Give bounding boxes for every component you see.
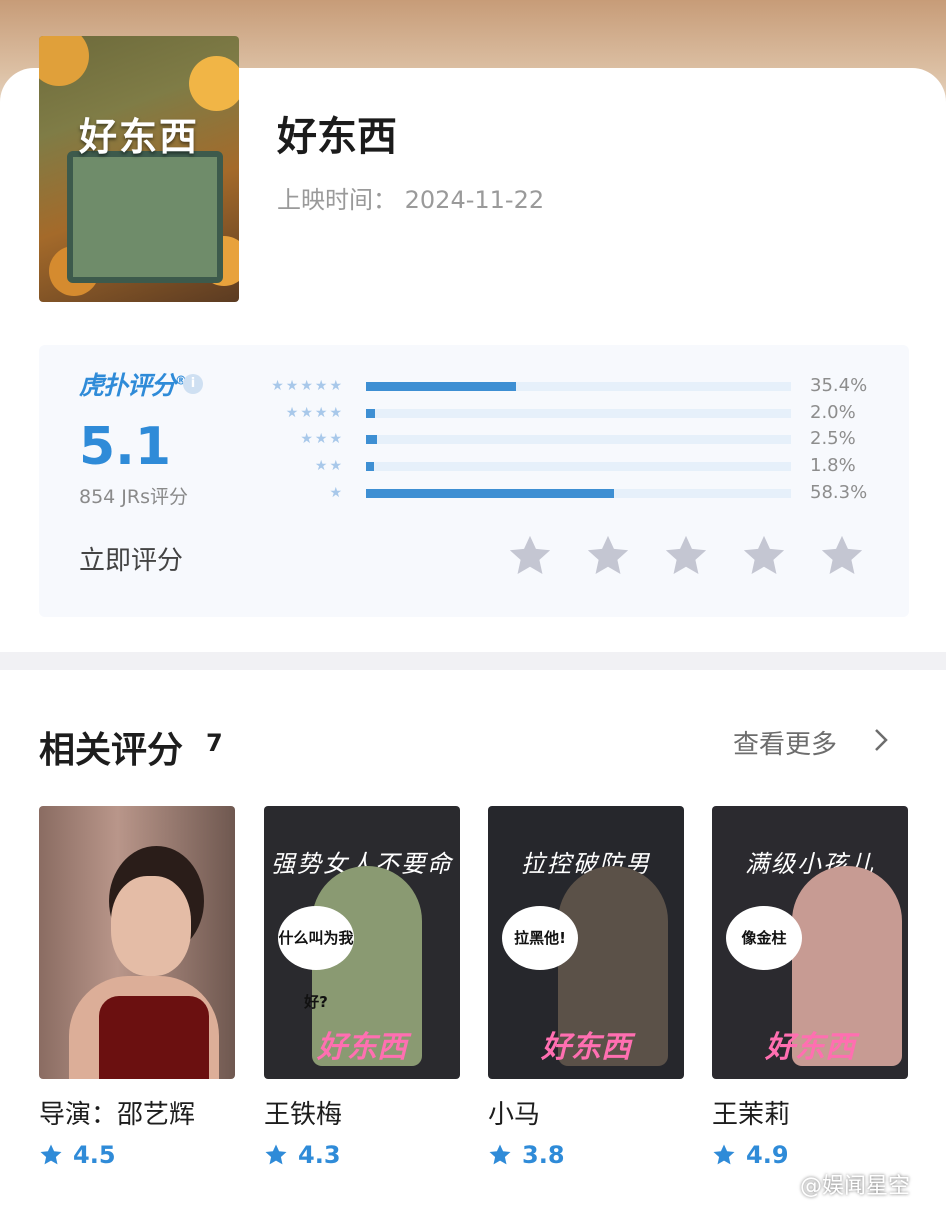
director-photo [39, 806, 235, 1079]
rate-now-label: 立即评分 [79, 546, 184, 576]
release-label: 上映时间： [277, 186, 397, 214]
distribution-row: ★★★ 2.5% [250, 429, 890, 449]
related-card-xiaoma[interactable]: 拉控破防男 拉黑他! 好东西 小马 3.8 [488, 806, 684, 1169]
character-poster: 满级小孩儿 像金柱 好东西 [712, 806, 908, 1079]
rate-star-icon[interactable] [741, 533, 787, 579]
star-icon [489, 1144, 511, 1165]
card-name: 王茉莉 [712, 1100, 791, 1130]
distribution-bar-fill [366, 408, 375, 418]
poster-slogan: 满级小孩儿 [745, 850, 875, 878]
distribution-row: ★ 58.3% [250, 481, 890, 503]
rate-star-icon[interactable] [663, 533, 709, 579]
rating-count: 854 JRs评分 [79, 486, 189, 508]
release-date: 2024-11-22 [404, 186, 545, 214]
section-divider [0, 652, 946, 670]
row-stars-icon: ★★★★ [285, 404, 344, 421]
hupu-rating-logo: 虎扑评分® [79, 371, 187, 400]
watermark: @娱闻星空 [800, 1174, 911, 1199]
movie-title: 好东西 [277, 114, 397, 160]
poster-bubble: 什么叫为我好? [278, 906, 354, 1011]
movie-poster[interactable]: 好东西 [39, 36, 239, 302]
distribution-row: ★★★★★ 35.4% [250, 376, 890, 396]
rate-star-icon[interactable] [819, 533, 865, 579]
chevron-right-icon[interactable] [872, 727, 890, 753]
character-poster: 强势女人不要命 什么叫为我好? 好东西 [264, 806, 460, 1079]
distribution-bar-track [366, 488, 791, 498]
related-card-wang-tiemei[interactable]: 强势女人不要命 什么叫为我好? 好东西 王铁梅 4.3 [264, 806, 460, 1169]
related-card-wang-moli[interactable]: 满级小孩儿 像金柱 好东西 王茉莉 4.9 [712, 806, 908, 1169]
card-rating: 3.8 [488, 1141, 684, 1169]
distribution-percent: 1.8% [810, 455, 856, 477]
card-name: 小马 [488, 1100, 541, 1130]
rate-star-icon[interactable] [585, 533, 631, 579]
card-score: 4.5 [73, 1141, 116, 1169]
photo-face [111, 876, 191, 976]
distribution-percent: 2.0% [810, 401, 856, 423]
info-icon[interactable]: i [183, 374, 203, 394]
poster-title: 好东西 [78, 115, 199, 159]
star-icon [40, 1144, 62, 1165]
card-rating: 4.9 [712, 1141, 908, 1169]
average-score: 5.1 [79, 417, 172, 477]
rate-star-icon[interactable] [507, 533, 553, 579]
related-card-director[interactable]: 导演：邵艺辉 4.5 [39, 806, 235, 1169]
row-stars-icon: ★★★★★ [271, 378, 344, 394]
card-score: 3.8 [522, 1141, 565, 1169]
poster-title: 好东西 [541, 1030, 631, 1065]
distribution-bar-track [366, 408, 791, 418]
see-more-link[interactable]: 查看更多 [733, 724, 837, 761]
poster-frame [67, 151, 223, 283]
section-title: 相关评分 [39, 730, 184, 771]
poster-flower [39, 36, 89, 86]
star-icon [713, 1144, 735, 1165]
photo-dress [99, 996, 209, 1079]
row-stars-icon: ★★★ [300, 431, 344, 448]
poster-bubble: 拉黑他! [502, 906, 578, 970]
card-name: 导演：邵艺辉 [39, 1100, 196, 1130]
card-name: 王铁梅 [264, 1100, 343, 1130]
star-icon [265, 1144, 287, 1165]
poster-title: 好东西 [765, 1030, 855, 1065]
card-score: 4.3 [298, 1141, 341, 1169]
card-rating: 4.5 [39, 1141, 235, 1169]
distribution-bar-fill [366, 382, 517, 391]
distribution-row: ★★ 1.8% [250, 456, 890, 476]
row-stars-icon: ★ [329, 484, 344, 501]
poster-flower [189, 56, 239, 111]
distribution-row: ★★★★ 2.0% [250, 401, 890, 423]
distribution-percent: 2.5% [810, 428, 856, 450]
distribution-bar-track [366, 435, 791, 445]
distribution-bar-fill [366, 488, 614, 498]
row-stars-icon: ★★ [314, 458, 344, 475]
distribution-percent: 58.3% [810, 481, 868, 503]
poster-bubble: 像金柱 [726, 906, 802, 970]
character-poster: 拉控破防男 拉黑他! 好东西 [488, 806, 684, 1079]
poster-title: 好东西 [317, 1030, 407, 1065]
distribution-bar-track [366, 382, 791, 391]
distribution-bar-fill [366, 462, 374, 472]
release-info: 上映时间： 2024-11-22 [277, 180, 544, 215]
distribution-percent: 35.4% [810, 375, 868, 396]
section-count: 7 [206, 729, 223, 757]
distribution-bar-fill [366, 435, 377, 445]
card-score: 4.9 [746, 1141, 789, 1169]
card-rating: 4.3 [264, 1141, 460, 1169]
distribution-bar-track [366, 462, 791, 472]
